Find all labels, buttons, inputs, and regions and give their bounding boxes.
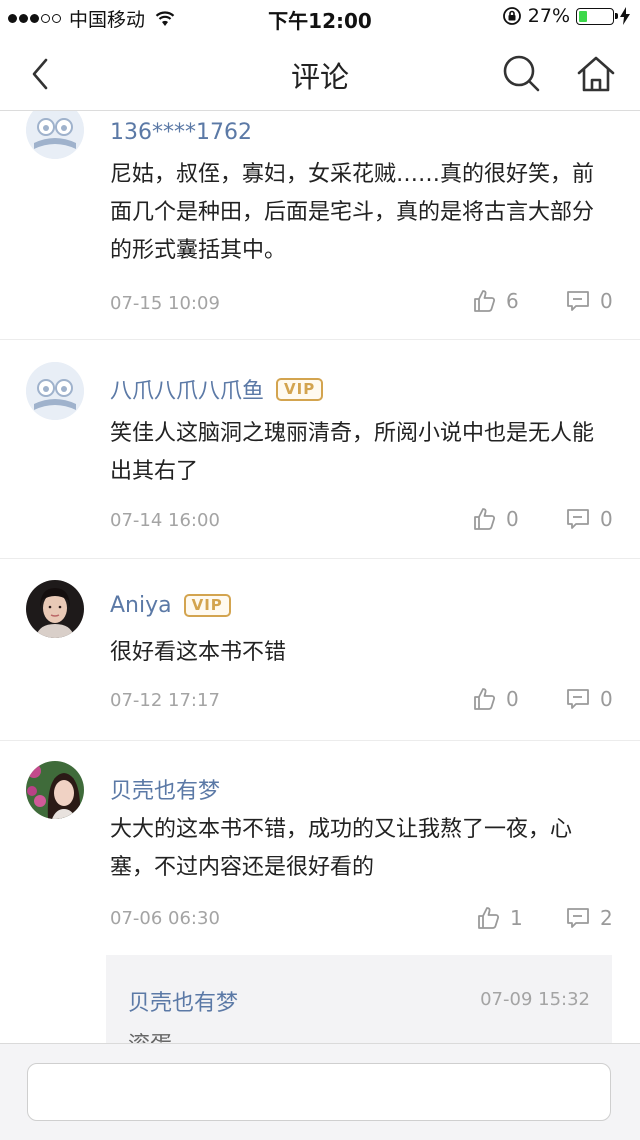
avatar[interactable] xyxy=(26,111,84,159)
like-count: 6 xyxy=(506,289,519,313)
vip-badge: VIP xyxy=(183,594,231,617)
comment-header: 136****1762 xyxy=(110,120,252,145)
like-count: 0 xyxy=(506,687,519,711)
comment-header: 八爪八爪八爪鱼 VIP xyxy=(110,373,324,405)
comment-time: 07-14 16:00 xyxy=(110,510,220,531)
home-icon[interactable] xyxy=(574,52,618,96)
reply-icon xyxy=(567,689,589,709)
reply-icon xyxy=(567,509,589,529)
reply-preview[interactable]: 贝壳也有梦 07-09 15:32 滚蛋 xyxy=(106,955,612,1043)
like-icon xyxy=(478,907,500,929)
reply-button[interactable]: 0 xyxy=(566,289,613,313)
comment-text: 大大的这本书不错，成功的又让我熬了一夜，心塞，不过内容还是很好看的 xyxy=(110,817,573,880)
reply-count: 0 xyxy=(600,687,613,711)
like-button[interactable]: 0 xyxy=(472,507,519,531)
like-count: 1 xyxy=(510,906,523,930)
comment-text: 尼姑，叔侄，寡妇，女采花贼……真的很好笑，前面几个是种田，后面是宅斗，真的是将古… xyxy=(110,162,595,263)
comment-item: 贝壳也有梦 大大的这本书不错，成功的又让我熬了一夜，心塞，不过内容还是很好看的 … xyxy=(0,741,640,1043)
orientation-lock-icon xyxy=(502,7,521,25)
avatar[interactable] xyxy=(26,580,84,638)
user-photo-avatar xyxy=(26,761,84,819)
comment-item: Aniya VIP 很好看这本书不错 07-12 17:17 0 0 xyxy=(0,559,640,741)
battery-percent: 27% xyxy=(527,5,570,27)
reply-button[interactable]: 0 xyxy=(566,507,613,531)
like-icon xyxy=(474,688,496,710)
comment-time: 07-15 10:09 xyxy=(110,293,220,314)
search-icon[interactable] xyxy=(500,52,544,96)
like-button[interactable]: 0 xyxy=(472,687,519,711)
reply-count: 2 xyxy=(600,906,613,930)
comment-input-bar xyxy=(0,1043,640,1140)
battery-icon xyxy=(576,7,618,25)
comment-time: 07-06 06:30 xyxy=(110,908,220,929)
reply-button[interactable]: 2 xyxy=(566,906,613,930)
status-bar: 中国移动 下午12:00 27% xyxy=(0,0,640,34)
comment-item: 八爪八爪八爪鱼 VIP 笑佳人这脑洞之瑰丽清奇，所阅小说中也是无人能出其右了 0… xyxy=(0,340,640,559)
default-avatar-icon xyxy=(26,111,84,159)
username[interactable]: 贝壳也有梦 xyxy=(110,773,220,805)
username[interactable]: 136****1762 xyxy=(110,120,252,145)
reply-count: 0 xyxy=(600,507,613,531)
like-button[interactable]: 6 xyxy=(472,289,519,313)
username[interactable]: Aniya xyxy=(110,593,172,618)
username[interactable]: 八爪八爪八爪鱼 xyxy=(110,373,264,405)
battery-fill xyxy=(579,10,587,22)
comment-text: 很好看这本书不错 xyxy=(110,640,287,665)
vip-badge: VIP xyxy=(276,377,324,401)
reply-icon xyxy=(567,291,589,311)
comment-text: 笑佳人这脑洞之瑰丽清奇，所阅小说中也是无人能出其右了 xyxy=(110,421,595,484)
nav-bar: 评论 xyxy=(0,34,640,111)
reply-icon xyxy=(567,908,589,928)
page-title: 评论 xyxy=(290,60,349,94)
reply-username[interactable]: 贝壳也有梦 xyxy=(128,985,238,1017)
comment-time: 07-12 17:17 xyxy=(110,690,220,711)
avatar[interactable] xyxy=(26,362,84,420)
like-count: 0 xyxy=(506,507,519,531)
reply-button[interactable]: 0 xyxy=(566,687,613,711)
user-photo-avatar xyxy=(26,580,84,638)
comment-item: 136****1762 尼姑，叔侄，寡妇，女采花贼……真的很好笑，前面几个是种田… xyxy=(0,111,640,340)
comment-header: 贝壳也有梦 xyxy=(110,773,220,805)
like-icon xyxy=(474,290,496,312)
avatar[interactable] xyxy=(26,761,84,819)
comment-list[interactable]: 136****1762 尼姑，叔侄，寡妇，女采花贼……真的很好笑，前面几个是种田… xyxy=(0,111,640,1043)
like-button[interactable]: 1 xyxy=(476,906,523,930)
status-right: 27% xyxy=(502,5,630,27)
reply-count: 0 xyxy=(600,289,613,313)
like-icon xyxy=(474,508,496,530)
comment-input[interactable] xyxy=(27,1063,611,1121)
charging-bolt-icon xyxy=(620,7,630,25)
default-avatar-icon xyxy=(26,362,84,420)
comment-header: Aniya VIP xyxy=(110,593,231,618)
reply-text: 滚蛋 xyxy=(128,1027,172,1043)
reply-time: 07-09 15:32 xyxy=(480,989,590,1010)
